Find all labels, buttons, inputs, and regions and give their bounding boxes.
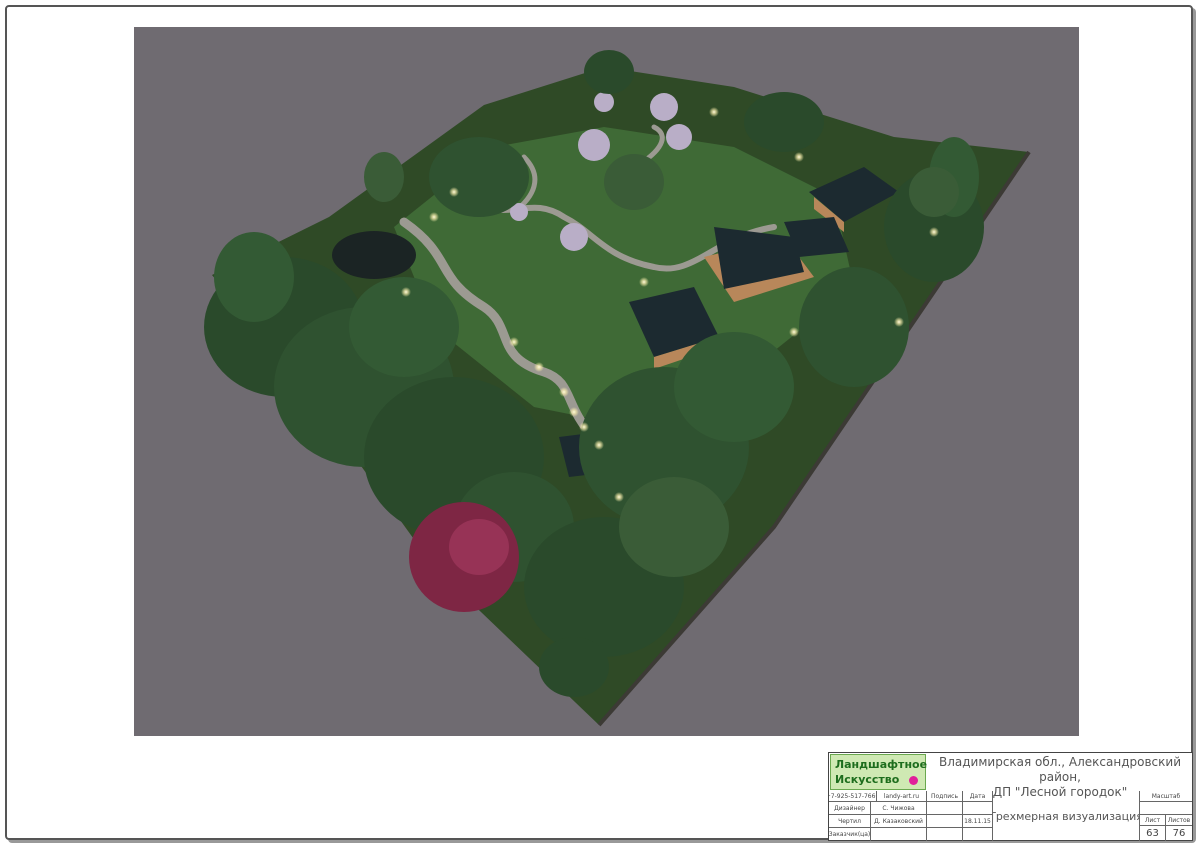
logo-text-line1: Ландшафтное bbox=[835, 758, 928, 771]
sheets-label: Листов bbox=[1166, 815, 1192, 826]
website-cell: landy-art.ru bbox=[877, 791, 927, 802]
signature-header: Подпись bbox=[927, 791, 963, 802]
garden-render-drawing bbox=[204, 50, 1031, 727]
sheet-number: 63 bbox=[1140, 826, 1166, 841]
drawn-name: Д. Казаковский bbox=[871, 815, 927, 828]
customer-label: Заказчик(ца) bbox=[829, 828, 871, 841]
drawing-title-block: Ландшафтное Искусство Владимирская обл.,… bbox=[828, 752, 1193, 841]
drawn-date: 18.11.15 bbox=[963, 815, 993, 828]
sheet-label: Лист bbox=[1140, 815, 1166, 826]
garden-3d-render bbox=[134, 27, 1079, 736]
designer-signature bbox=[927, 802, 963, 815]
drawn-label: Чертил bbox=[829, 815, 871, 828]
sheets-total: 76 bbox=[1172, 828, 1186, 839]
designer-date bbox=[963, 802, 993, 815]
red-maple-tree bbox=[409, 502, 519, 612]
logo-dot bbox=[909, 776, 918, 785]
scale-value bbox=[1140, 802, 1192, 815]
date-header: Дата bbox=[963, 791, 993, 802]
designer-label: Дизайнер bbox=[829, 802, 871, 815]
customer-date bbox=[963, 828, 993, 841]
customer-name bbox=[871, 828, 927, 841]
logo-text-line2: Искусство bbox=[835, 773, 900, 786]
company-logo: Ландшафтное Искусство bbox=[830, 754, 928, 790]
sheet-title: Трехмерная визуализация bbox=[993, 791, 1140, 841]
pond bbox=[332, 231, 416, 279]
scale-label: Масштаб bbox=[1140, 791, 1192, 802]
designer-name: С. Чижова bbox=[871, 802, 927, 815]
drawn-signature bbox=[927, 815, 963, 828]
customer-signature bbox=[927, 828, 963, 841]
address-line1: Владимирская обл., Александровский район… bbox=[939, 755, 1181, 784]
phone-cell: +7-925-517-7660 bbox=[829, 791, 877, 802]
